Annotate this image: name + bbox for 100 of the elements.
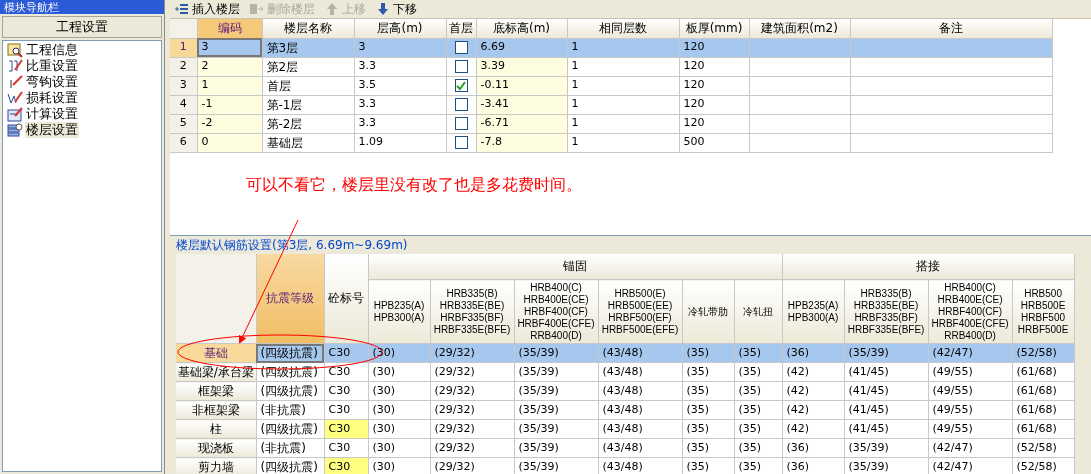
table-row[interactable]: 2 2 第2层 3.3 3.39 1 120 (170, 57, 1052, 76)
arrow-up-icon (325, 2, 339, 16)
nav-item[interactable]: 弯钩设置 (25, 74, 79, 90)
table-cell: (43/48) (598, 381, 682, 401)
table-cell: (35) (734, 362, 783, 382)
toolbar-button[interactable]: 插入楼层 (172, 0, 243, 18)
column-header[interactable]: HRB500 HRB500E HRBF500 HRBF500E (1012, 279, 1075, 344)
table-row[interactable]: 4 -1 第-1层 3.3 -3.41 1 120 (170, 95, 1052, 114)
table-cell: (49/55) (928, 400, 1013, 420)
table-cell: (35/39) (844, 438, 929, 458)
toolbar-button[interactable]: 下移 (373, 0, 420, 18)
table-cell: (43/48) (598, 457, 682, 474)
column-header[interactable]: HRB400(C) HRB400E(CE) HRBF400(CF) HRBF400E(CFE) RRB400(D) (514, 279, 598, 344)
column-header[interactable]: 建筑面积(m2) (749, 19, 850, 38)
column-header[interactable]: HRB335(B) HRB335E(BE) HRBF335(BF) HRBF335E(BFE) (844, 279, 929, 344)
table-cell: (49/55) (928, 381, 1013, 401)
table-cell: (35) (734, 400, 783, 420)
table-cell: (36) (782, 457, 845, 474)
nav-item[interactable]: 计算设置 (25, 106, 79, 122)
column-header[interactable]: 编码 (197, 19, 262, 38)
table-cell: 120 (679, 95, 749, 114)
table-cell: (35) (682, 419, 734, 439)
table-cell: C30 (324, 381, 368, 401)
column-header[interactable]: 备注 (850, 19, 1052, 38)
arrow-down-icon (376, 2, 390, 16)
table-cell: 1 (567, 133, 679, 152)
nav-item[interactable]: 比重设置 (25, 58, 79, 74)
table-cell: (30) (368, 419, 430, 439)
table-cell: (非抗震) (256, 438, 324, 458)
panel-title: 模块导航栏 (4, 0, 59, 14)
column-header[interactable]: 首层 (446, 19, 476, 38)
table-cell: (41/45) (844, 362, 929, 382)
table-cell: 3 (197, 38, 262, 57)
table-cell: (30) (368, 438, 430, 458)
table-cell: (41/45) (844, 419, 929, 439)
table-cell: (非抗震) (256, 400, 324, 420)
table-cell: (43/48) (598, 419, 682, 439)
table-cell: 首层 (262, 76, 354, 95)
checkbox[interactable] (454, 117, 468, 130)
nav-item[interactable]: 工程信息 (25, 42, 79, 58)
table-cell: (35/39) (514, 438, 598, 458)
table-cell: C30 (324, 400, 368, 420)
layers-icon (7, 122, 23, 138)
table-cell: (四级抗震) (256, 457, 324, 474)
table-cell: 第-1层 (262, 95, 354, 114)
nav-item[interactable]: 损耗设置 (25, 90, 79, 106)
column-header[interactable]: HPB235(A) HPB300(A) (368, 279, 430, 344)
table-cell: (42/47) (928, 457, 1013, 474)
column-header[interactable]: HRB335(B) HRB335E(BE) HRBF335(BF) HRBF335E(BFE) (430, 279, 514, 344)
table-cell: 1.09 (354, 133, 446, 152)
table-cell: (四级抗震) (256, 381, 324, 401)
table-row[interactable]: 5 -2 第-2层 3.3 -6.71 1 120 (170, 114, 1052, 133)
table-cell: (29/32) (430, 362, 514, 382)
column-header[interactable]: 板厚(mm) (679, 19, 749, 38)
table-cell: C30 (324, 438, 368, 458)
column-header[interactable]: 冷轧带肋 (682, 279, 734, 344)
table-cell: (29/32) (430, 381, 514, 401)
table-row[interactable]: 基础梁/承台梁 (四级抗震) C30 (30) (29/32) (35/39) (43/48) (35) (35) (42) (41/45) (49/55) (61/68) (176, 362, 1075, 382)
column-header[interactable]: 相同层数 (567, 19, 679, 38)
table-row[interactable]: 6 0 基础层 1.09 -7.8 1 500 (170, 133, 1052, 152)
checkbox[interactable] (454, 79, 468, 92)
table-cell: (42) (782, 362, 845, 382)
column-header[interactable]: HPB235(A) HPB300(A) (782, 279, 845, 344)
table-row[interactable]: 1 3 第3层 3 6.69 1 120 (170, 38, 1052, 57)
section-header-button[interactable]: 工程设置 (2, 16, 162, 38)
table-cell: (49/55) (928, 419, 1013, 439)
column-header[interactable]: 抗震等级 (256, 253, 324, 344)
table-cell: (41/45) (844, 381, 929, 401)
table-row[interactable]: 框架梁 (四级抗震) C30 (30) (29/32) (35/39) (43/48) (35) (35) (42) (41/45) (49/55) (61/68) (176, 381, 1075, 401)
table-row[interactable]: 3 1 首层 3.5 -0.11 1 120 (170, 76, 1052, 95)
pencil-icon (7, 58, 23, 74)
table-cell: (42) (782, 381, 845, 401)
group-header: 锚固 (368, 253, 783, 280)
nav-item[interactable]: 楼层设置 (25, 122, 79, 138)
table-cell: (35) (734, 457, 783, 474)
corner-cell (170, 19, 197, 38)
table-cell: 3.5 (354, 76, 446, 95)
checkbox[interactable] (454, 60, 468, 73)
table-row[interactable]: 剪力墙 (四级抗震) C30 (30) (29/32) (35/39) (43/48) (35) (35) (36) (35/39) (42/47) (52/58) (176, 457, 1075, 474)
table-cell: (35/39) (844, 457, 929, 474)
column-header[interactable]: HRB500(E) HRB500E(EE) HRBF500(EF) HRBF500E(EFE) (598, 279, 682, 344)
table-row[interactable]: 现浇板 (非抗震) C30 (30) (29/32) (35/39) (43/48) (35) (35) (36) (35/39) (42/47) (52/58) (176, 438, 1075, 458)
table-cell: (29/32) (430, 400, 514, 420)
column-header[interactable]: 冷轧扭 (734, 279, 783, 344)
column-header[interactable]: 底标高(m) (476, 19, 567, 38)
table-cell: (35) (682, 457, 734, 474)
table-cell: 1 (567, 76, 679, 95)
checkbox[interactable] (454, 136, 468, 149)
table-cell: 基础层 (262, 133, 354, 152)
table-cell: (35/39) (514, 381, 598, 401)
checkbox[interactable] (454, 41, 468, 54)
column-header[interactable]: HRB400(C) HRB400E(CE) HRBF400(CF) HRBF400E(CFE) RRB400(D) (928, 279, 1013, 344)
table-cell: 3.3 (354, 114, 446, 133)
column-header[interactable]: 楼层名称 (262, 19, 354, 38)
checkbox[interactable] (454, 98, 468, 111)
table-row[interactable]: 非框架梁 (非抗震) C30 (30) (29/32) (35/39) (43/48) (35) (35) (42) (41/45) (49/55) (61/68) (176, 400, 1075, 420)
table-cell: (35/39) (514, 362, 598, 382)
column-header[interactable]: 砼标号 (324, 253, 368, 344)
table-row[interactable]: 柱 (四级抗震) C30 (30) (29/32) (35/39) (43/48) (35) (35) (42) (41/45) (49/55) (61/68) (176, 419, 1075, 439)
column-header[interactable]: 层高(m) (354, 19, 446, 38)
